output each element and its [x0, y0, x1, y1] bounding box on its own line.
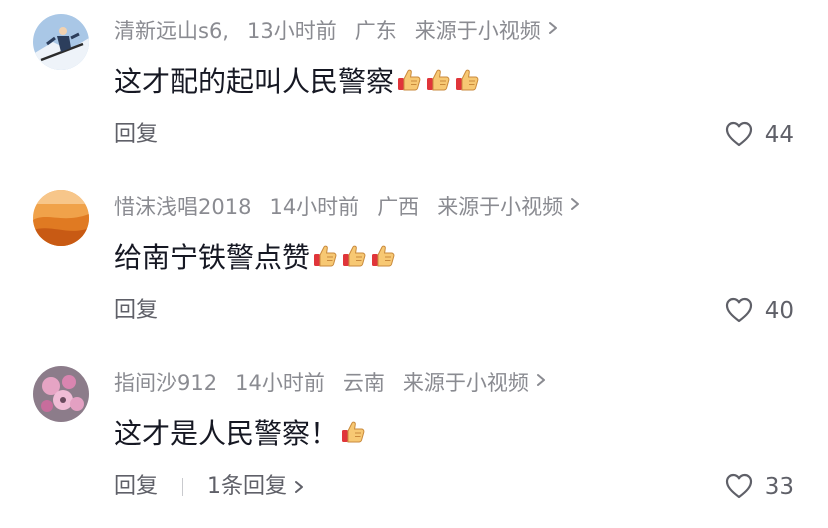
heart-outline-icon: [725, 121, 753, 156]
username[interactable]: 指间沙912: [114, 368, 217, 398]
comment-body: 给南宁铁警点赞: [114, 241, 311, 274]
like-button[interactable]: 44: [725, 119, 794, 151]
thumbs-up-icon: [396, 62, 422, 106]
reply-button[interactable]: 回复: [114, 120, 158, 150]
comment-time: 13小时前: [246, 19, 337, 43]
chevron-right-icon: [547, 16, 559, 46]
thumbs-up-icon: [425, 62, 451, 106]
username[interactable]: 惜沫浅唱2018: [114, 192, 251, 222]
source-link[interactable]: 来源于小视频: [415, 16, 541, 46]
thumbs-up-icon: [340, 414, 366, 458]
user-avatar[interactable]: [33, 366, 89, 422]
like-count: 40: [764, 298, 794, 324]
thumbs-up-icon: [341, 238, 367, 282]
divider: [182, 478, 184, 496]
comment-meta: 指间沙912 14小时前 云南 来源于小视频: [114, 368, 547, 398]
skier-avatar-icon: [33, 14, 89, 70]
like-count: 44: [764, 122, 794, 148]
comment-time: 14小时前: [269, 195, 360, 219]
heart-outline-icon: [725, 297, 753, 332]
comment-location: 广东: [354, 19, 397, 43]
comment-actions: 回复: [114, 296, 158, 326]
desert-avatar-icon: [33, 190, 89, 246]
comment-actions: 回复: [114, 120, 158, 150]
comment-location: 广西: [377, 195, 420, 219]
reply-button[interactable]: 回复: [114, 472, 158, 502]
thumbs-up-icon: [454, 62, 480, 106]
thumbs-group: [396, 61, 483, 106]
chevron-right-icon: [569, 192, 581, 222]
chevron-right-icon: [535, 368, 547, 398]
comment-meta: 清新远山s6, 13小时前 广东 来源于小视频: [114, 16, 559, 46]
thumbs-group: [340, 413, 369, 458]
source-link[interactable]: 来源于小视频: [403, 368, 529, 398]
thumbs-group: [312, 237, 399, 282]
comment-item: 指间沙912 14小时前 云南 来源于小视频 这才是人民警察！ 回复 1条回复 33: [0, 352, 828, 528]
comment-body: 这才是人民警察！: [114, 417, 339, 450]
heart-outline-icon: [725, 473, 753, 508]
view-replies-button[interactable]: 1条回复: [207, 472, 305, 506]
user-avatar[interactable]: [33, 190, 89, 246]
comment-meta: 惜沫浅唱2018 14小时前 广西 来源于小视频: [114, 192, 581, 222]
replies-count: 1条回复: [207, 474, 288, 499]
thumbs-up-icon: [370, 238, 396, 282]
comment-location: 云南: [342, 371, 385, 395]
comment-body: 这才配的起叫人民警察: [114, 65, 395, 98]
comment-actions: 回复 1条回复: [114, 472, 305, 502]
comment-item: 清新远山s6, 13小时前 广东 来源于小视频 这才配的起叫人民警察 回复 44: [0, 0, 828, 176]
comment-item: 惜沫浅唱2018 14小时前 广西 来源于小视频 给南宁铁警点赞 回复 40: [0, 176, 828, 352]
comment-text: 这才配的起叫人民警察: [114, 60, 483, 104]
flower-avatar-icon: [33, 366, 89, 422]
source-link[interactable]: 来源于小视频: [437, 192, 563, 222]
comment-time: 14小时前: [235, 371, 325, 395]
user-avatar[interactable]: [33, 14, 89, 70]
username[interactable]: 清新远山s6,: [114, 16, 229, 46]
like-button[interactable]: 33: [725, 471, 794, 503]
thumbs-up-icon: [312, 238, 338, 282]
comment-text: 这才是人民警察！: [114, 412, 369, 456]
reply-button[interactable]: 回复: [114, 296, 158, 326]
like-button[interactable]: 40: [725, 295, 794, 327]
comment-text: 给南宁铁警点赞: [114, 236, 399, 280]
chevron-right-icon: [293, 472, 305, 506]
like-count: 33: [764, 474, 794, 500]
